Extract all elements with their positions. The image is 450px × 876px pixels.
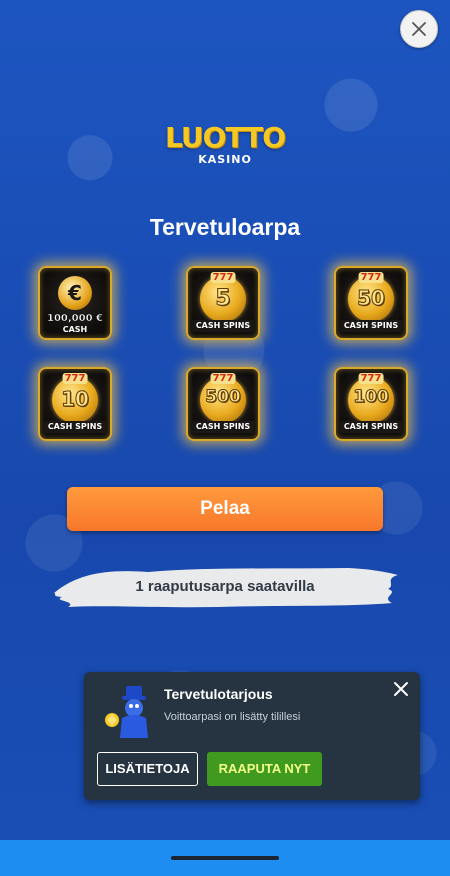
prize-value: 5 — [215, 286, 231, 312]
mascot-icon — [105, 686, 148, 738]
close-icon — [412, 22, 426, 36]
scratch-now-button[interactable]: RAAPUTA NYT — [207, 752, 322, 786]
more-info-button[interactable]: LISÄTIETOJA — [97, 752, 198, 786]
system-navigation-bar — [0, 840, 450, 876]
prize-value: 500 — [205, 387, 242, 408]
prize-label: CASH SPINS — [44, 421, 106, 433]
toast-title: Tervetulotarjous — [164, 686, 273, 702]
home-indicator[interactable] — [171, 856, 279, 860]
reels-text: 777 — [210, 373, 236, 384]
logo: LUOTTO KASINO — [0, 121, 450, 167]
reels-text: 777 — [358, 373, 384, 384]
toast-message: Voittoarpasi on lisätty tilillesi — [164, 711, 301, 723]
prize-value: 100 — [353, 387, 390, 408]
prize-label: CASH SPINS — [192, 421, 254, 433]
available-tickets-banner: 1 raaputusarpa saatavilla — [48, 563, 402, 611]
prize-tile-10-spins: 777 10 CASH SPINS — [38, 367, 112, 441]
euro-coin-icon: € — [58, 276, 92, 310]
toast-close-icon[interactable] — [392, 680, 410, 698]
prize-label: CASH SPINS — [192, 320, 254, 332]
prize-value: 10 — [61, 387, 90, 412]
prize-value: 100,000 € — [47, 313, 103, 324]
play-button[interactable]: Pelaa — [67, 487, 383, 531]
reels-text: 777 — [210, 272, 236, 283]
prize-tile-50-spins: 777 50 CASH SPINS — [334, 266, 408, 340]
available-tickets-text: 1 raaputusarpa saatavilla — [135, 578, 315, 595]
prize-tile-500-spins: 777 500 CASH SPINS — [186, 367, 260, 441]
page-title: Tervetuloarpa — [149, 214, 301, 240]
logo-subtext: KASINO — [198, 153, 252, 166]
logo-text: LUOTTO — [164, 121, 286, 154]
reels-text: 777 — [358, 272, 384, 283]
welcome-offer-toast: Tervetulotarjous Voittoarpasi on lisätty… — [84, 672, 420, 800]
prize-tile-5-spins: 777 5 CASH SPINS — [186, 266, 260, 340]
prize-tile-cash: € 100,000 € CASH — [38, 266, 112, 340]
prize-label: CASH SPINS — [340, 421, 402, 433]
reels-text: 777 — [62, 373, 88, 384]
prize-label: CASH SPINS — [340, 320, 402, 332]
prize-label: CASH — [62, 325, 88, 334]
prize-value: 50 — [357, 286, 386, 311]
close-button[interactable] — [400, 10, 438, 48]
app-screen: LUOTTO KASINO Tervetuloarpa € 100,000 € … — [0, 0, 450, 876]
prize-tile-100-spins: 777 100 CASH SPINS — [334, 367, 408, 441]
